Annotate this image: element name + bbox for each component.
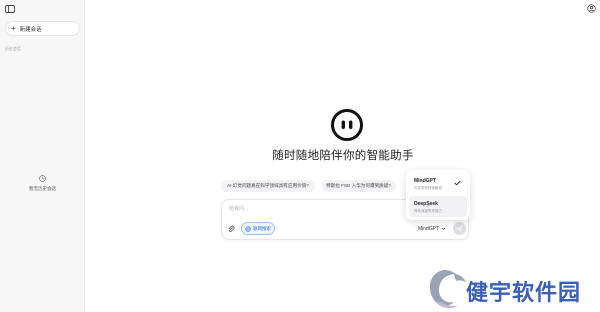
model-option-desc: 问答带你快速解惑 [414,186,442,190]
suggestion-chip-1[interactable]: AI 幻觉问题真在科学领域具有应用价值? [221,180,315,192]
history-section-title: 历史会话 [5,46,21,51]
model-dropdown: MindGPT 问答带你快速解惑 DeepSeek 具有深度思考能力 [406,170,470,220]
watermark: 健宇软件园 [400,262,600,312]
model-option-deepseek[interactable]: DeepSeek 具有深度思考能力 [409,196,467,217]
model-option-desc: 具有深度思考能力 [414,209,442,213]
model-option-mindgpt[interactable]: MindGPT 问答带你快速解惑 [409,173,467,194]
attach-icon[interactable] [227,225,235,233]
watermark-text: 健宇软件园 [466,280,582,305]
new-chat-button[interactable]: + 新建会话 [5,21,80,36]
empty-history: 暂无历史会话 [0,175,85,192]
web-search-button[interactable]: 联网搜索 [241,222,275,235]
plus-icon: + [11,23,16,33]
check-icon [454,180,461,186]
page-headline: 随时随地陪伴你的智能助手 [272,150,414,162]
new-chat-label: 新建会话 [19,26,42,33]
chevron-down-icon [441,227,446,230]
model-selected-label: MindGPT [418,225,440,232]
globe-icon [245,225,251,232]
logo-face-icon [331,109,363,141]
settings-icon[interactable] [587,4,596,13]
empty-history-text: 暂无历史会话 [29,186,56,191]
web-search-label: 联网搜索 [253,225,271,231]
suggestion-chip-2[interactable]: 特斯拉 FSD 入华为何遭到质疑? [321,180,396,192]
chat-input[interactable]: 给我问... [229,205,248,212]
model-option-name: DeepSeek [414,201,438,207]
clock-icon [39,175,46,182]
send-icon [457,226,463,232]
sidebar: + 新建会话 历史会话 暂无历史会话 [0,0,85,312]
send-button[interactable] [453,222,466,235]
watermark-bird-logo [429,270,466,309]
model-selector[interactable]: MindGPT [418,224,446,233]
sidebar-toggle-icon[interactable] [5,5,15,13]
